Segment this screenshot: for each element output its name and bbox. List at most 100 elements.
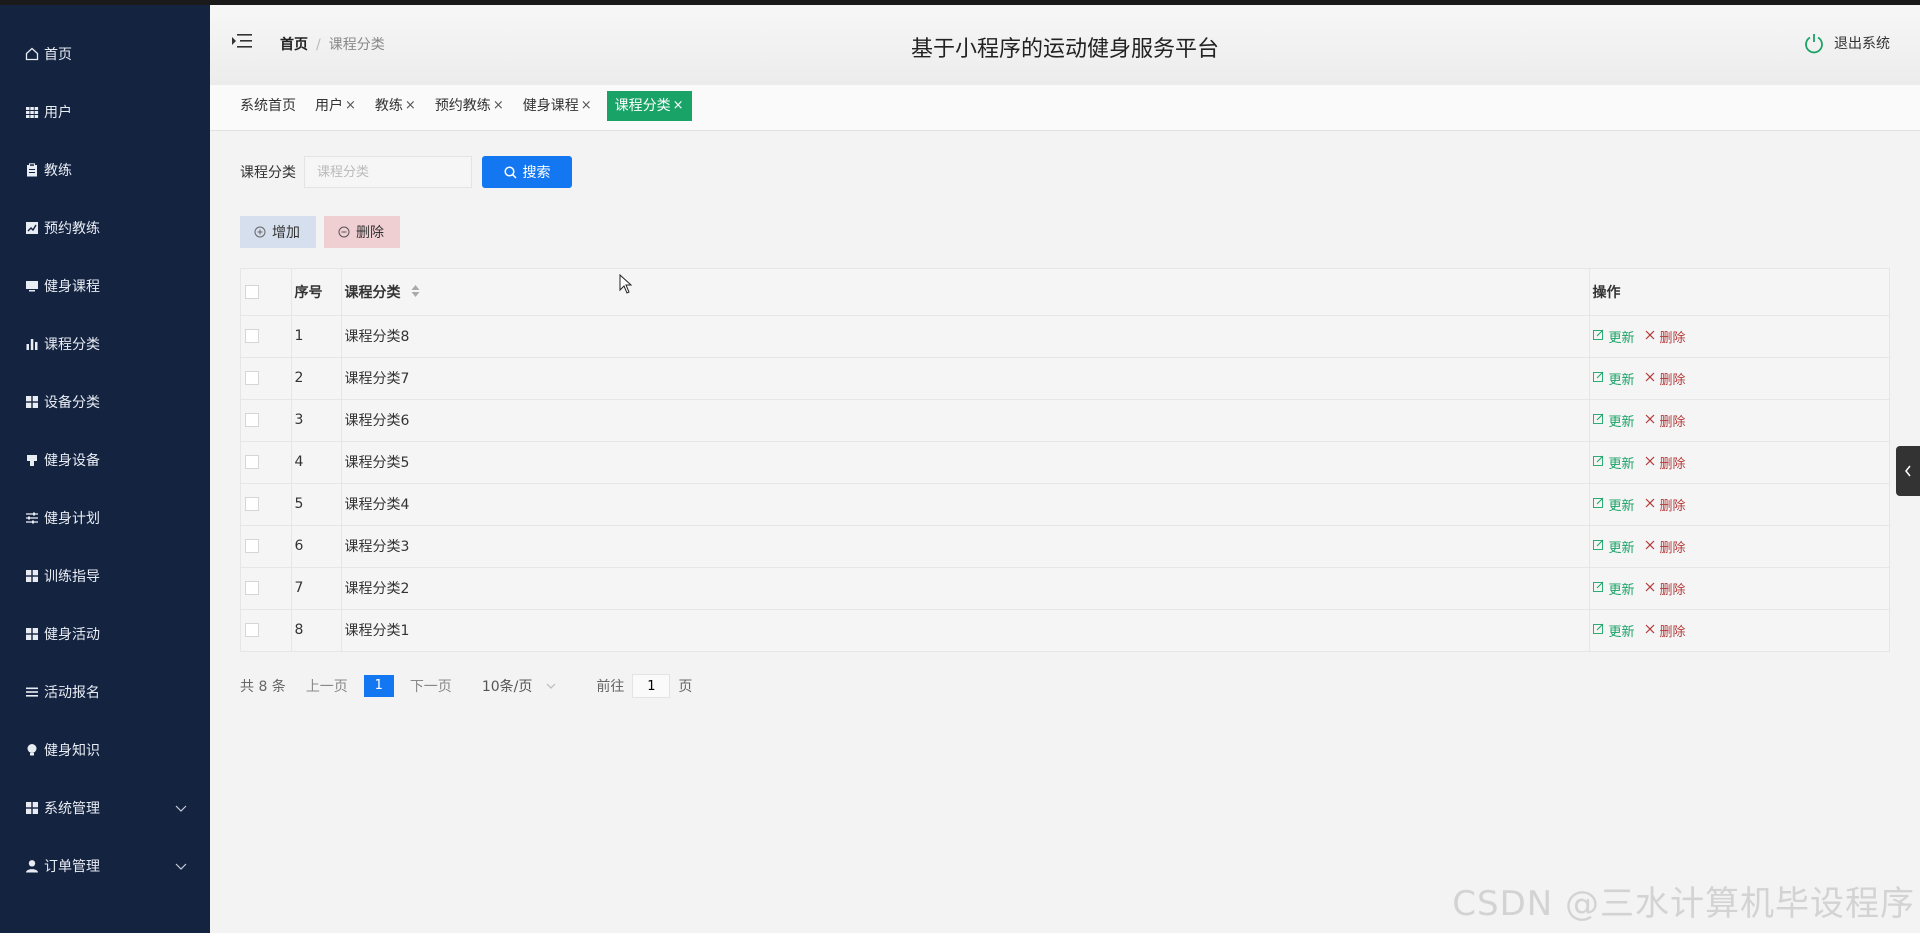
row-select-cell	[241, 315, 292, 358]
row-update-label: 更新	[1608, 456, 1635, 472]
tab-3[interactable]: 预约教练 ×	[431, 91, 508, 121]
sidebar-item-label: 活动报名	[44, 685, 100, 701]
sidebar-item-9[interactable]: 训练指导	[0, 547, 210, 605]
add-button[interactable]: 增加	[240, 216, 316, 248]
row-update-button[interactable]: 更新	[1592, 453, 1635, 472]
sidebar-item-11[interactable]: 活动报名	[0, 663, 210, 721]
row-delete-button[interactable]: 删除	[1645, 369, 1686, 388]
goto-suffix: 页	[678, 679, 693, 695]
close-icon	[1645, 497, 1660, 512]
edit-icon	[1592, 329, 1609, 344]
sidebar-item-12[interactable]: 健身知识	[0, 721, 210, 779]
add-button-label: 增加	[272, 225, 300, 241]
page-1-button[interactable]: 1	[363, 675, 394, 697]
tab-close-icon[interactable]: ×	[405, 91, 416, 121]
sidebar-item-label: 健身知识	[44, 743, 100, 759]
tab-2[interactable]: 教练 ×	[371, 91, 420, 121]
goto-page-input[interactable]	[632, 674, 671, 698]
row-delete-button[interactable]: 删除	[1645, 495, 1686, 514]
row-ops: 更新 删除	[1589, 357, 1889, 400]
sidebar-item-2[interactable]: 教练	[0, 141, 210, 199]
page-size-select[interactable]: 10条/页	[482, 676, 557, 696]
sidebar-item-4[interactable]: 健身课程	[0, 257, 210, 315]
row-delete-button[interactable]: 删除	[1645, 411, 1686, 430]
row-checkbox[interactable]	[245, 329, 259, 343]
tab-close-icon[interactable]: ×	[493, 91, 504, 121]
row-index: 4	[291, 441, 342, 484]
row-delete-button[interactable]: 删除	[1645, 621, 1686, 640]
row-checkbox[interactable]	[245, 581, 259, 595]
search-icon	[503, 165, 517, 179]
sidebar-item-14[interactable]: 订单管理	[0, 837, 210, 895]
tab-1[interactable]: 用户 ×	[311, 91, 360, 121]
sidebar-item-1[interactable]: 用户	[0, 83, 210, 141]
row-delete-label: 删除	[1659, 498, 1686, 514]
row-checkbox[interactable]	[245, 497, 259, 511]
table-row: 4 课程分类5 更新 删除	[241, 441, 1889, 484]
sidebar-item-0[interactable]: 首页	[0, 25, 210, 83]
row-delete-label: 删除	[1659, 414, 1686, 430]
side-panel-toggle[interactable]	[1896, 446, 1920, 496]
sidebar-item-7[interactable]: 健身设备	[0, 431, 210, 489]
batch-delete-button[interactable]: 删除	[324, 216, 400, 248]
row-update-label: 更新	[1608, 540, 1635, 556]
close-icon	[1645, 329, 1660, 344]
pagination: 共 8 条 上一页 1 下一页 10条/页 前往 页	[240, 674, 692, 698]
logout-button[interactable]: 退出系统	[1803, 32, 1890, 54]
row-category: 课程分类2	[341, 567, 1590, 610]
close-icon	[1645, 623, 1660, 638]
table-row: 1 课程分类8 更新 删除	[241, 315, 1889, 358]
sidebar-item-label: 健身活动	[44, 627, 100, 643]
home-icon	[24, 46, 40, 62]
tab-close-icon[interactable]: ×	[581, 91, 592, 121]
row-update-button[interactable]: 更新	[1592, 411, 1635, 430]
row-update-button[interactable]: 更新	[1592, 579, 1635, 598]
select-all-checkbox[interactable]	[245, 284, 259, 299]
sidebar-item-label: 订单管理	[44, 859, 100, 875]
sidebar-item-3[interactable]: 预约教练	[0, 199, 210, 257]
sidebar-item-6[interactable]: 设备分类	[0, 373, 210, 431]
row-delete-button[interactable]: 删除	[1645, 579, 1686, 598]
tab-0[interactable]: 系统首页	[236, 91, 300, 121]
row-index: 5	[291, 483, 342, 526]
search-button[interactable]: 搜索	[482, 156, 572, 188]
prev-page-button[interactable]: 上一页	[306, 676, 348, 696]
next-page-button[interactable]: 下一页	[410, 676, 452, 696]
sort-icon[interactable]	[411, 284, 420, 301]
close-icon	[1645, 539, 1660, 554]
chevron-down-icon	[546, 683, 556, 689]
row-delete-button[interactable]: 删除	[1645, 327, 1686, 346]
row-category: 课程分类8	[341, 315, 1590, 358]
row-checkbox[interactable]	[245, 455, 259, 469]
table-row: 5 课程分类4 更新 删除	[241, 483, 1889, 526]
row-delete-button[interactable]: 删除	[1645, 453, 1686, 472]
row-update-button[interactable]: 更新	[1592, 621, 1635, 640]
sidebar-item-label: 健身课程	[44, 279, 100, 295]
cup-icon	[24, 452, 40, 468]
header-category[interactable]: 课程分类	[341, 269, 1590, 316]
row-update-button[interactable]: 更新	[1592, 327, 1635, 346]
batch-delete-label: 删除	[356, 225, 384, 241]
row-checkbox[interactable]	[245, 623, 259, 638]
row-update-button[interactable]: 更新	[1592, 537, 1635, 556]
row-checkbox[interactable]	[245, 539, 259, 553]
sidebar-item-10[interactable]: 健身活动	[0, 605, 210, 663]
sidebar-item-5[interactable]: 课程分类	[0, 315, 210, 373]
row-update-button[interactable]: 更新	[1592, 495, 1635, 514]
row-delete-button[interactable]: 删除	[1645, 537, 1686, 556]
tab-close-icon[interactable]: ×	[345, 91, 356, 121]
sidebar-item-8[interactable]: 健身计划	[0, 489, 210, 547]
sidebar-item-13[interactable]: 系统管理	[0, 779, 210, 837]
row-category: 课程分类4	[341, 483, 1590, 526]
row-category: 课程分类5	[341, 441, 1590, 484]
tab-5[interactable]: 课程分类 ×	[606, 91, 692, 121]
search-input[interactable]	[304, 156, 472, 188]
row-category: 课程分类3	[341, 525, 1590, 568]
tab-4[interactable]: 健身课程 ×	[519, 91, 596, 121]
tab-close-icon[interactable]: ×	[673, 91, 684, 121]
sidebar-item-label: 教练	[44, 163, 72, 179]
row-checkbox[interactable]	[245, 413, 259, 427]
edit-icon	[1592, 413, 1609, 428]
row-checkbox[interactable]	[245, 371, 259, 385]
row-update-button[interactable]: 更新	[1592, 369, 1635, 388]
